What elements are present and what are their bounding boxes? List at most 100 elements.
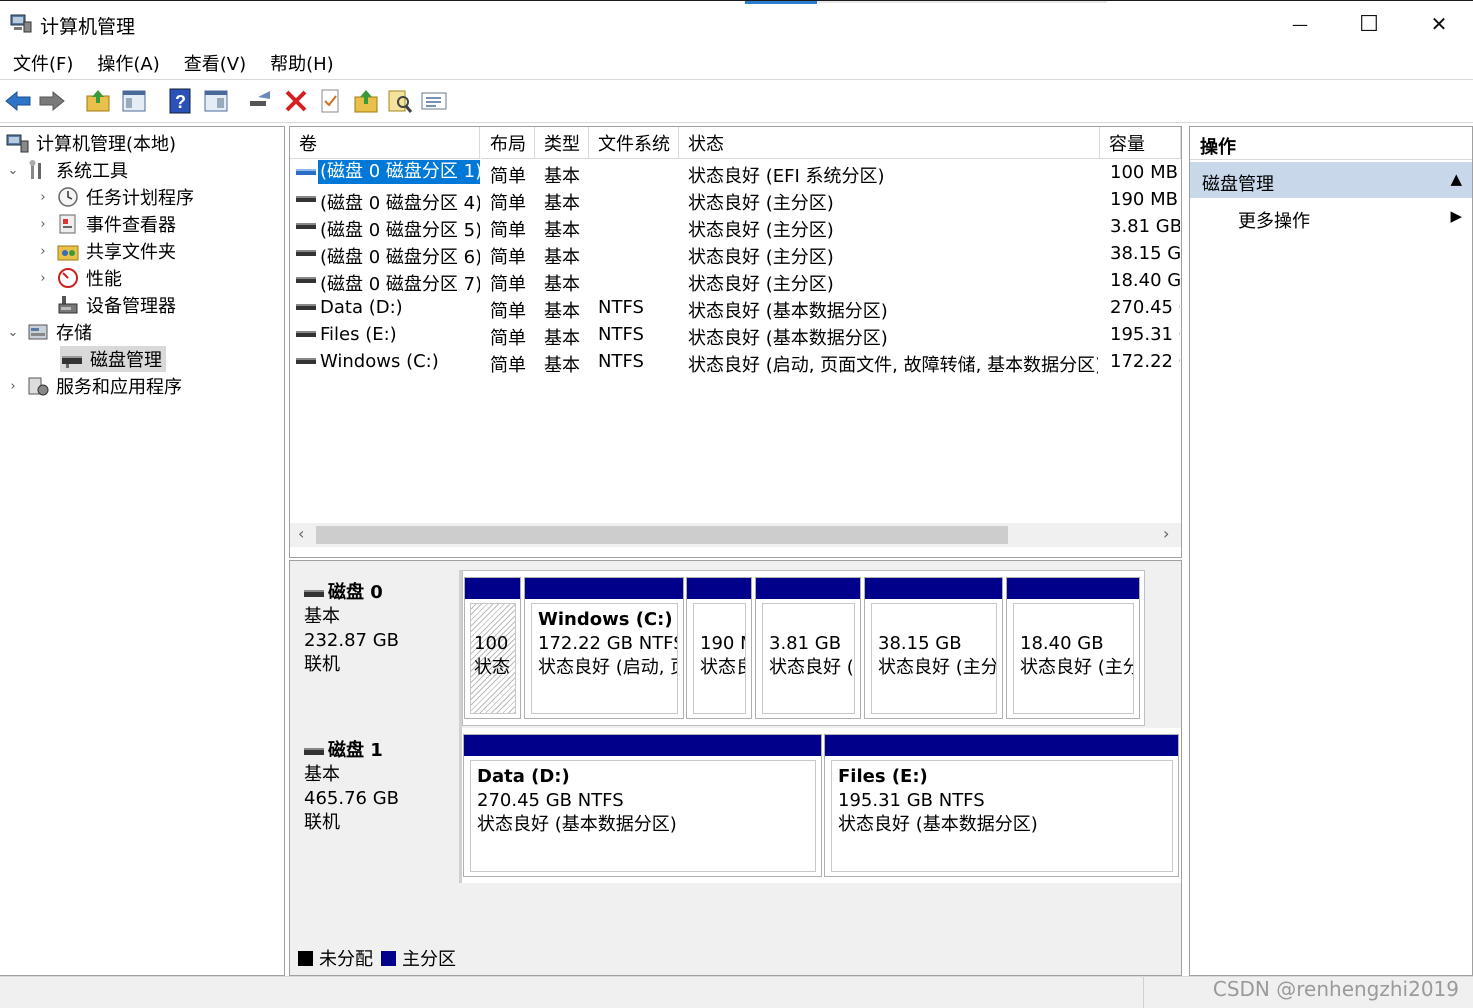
check-icon[interactable]	[316, 87, 344, 115]
menu-action[interactable]: 操作(A)	[97, 50, 159, 76]
partition-4[interactable]: 190 M 状态良	[686, 577, 752, 719]
tree-item-storage[interactable]: ⌄ 存储	[6, 319, 92, 345]
table-row[interactable]: (磁盘 0 磁盘分区 7) 简单基本 状态良好 (主分区) 18.40 GE	[290, 267, 1181, 295]
maximize-button[interactable]: ☐	[1334, 1, 1404, 47]
show-hide-tree-icon[interactable]	[120, 87, 148, 115]
delete-icon[interactable]	[282, 87, 310, 115]
partition-7[interactable]: 18.40 GB 状态良好 (主分	[1006, 577, 1140, 719]
cell-capacity: 195.31 G	[1110, 324, 1180, 345]
chevron-right-icon[interactable]: ›	[36, 271, 50, 286]
volume-icon	[296, 223, 316, 229]
tree-item-root[interactable]: 计算机管理(本地)	[6, 130, 176, 156]
minimize-button[interactable]: —	[1265, 1, 1335, 47]
help-icon[interactable]: ?	[166, 87, 194, 115]
column-header-volume[interactable]: 卷	[290, 127, 480, 159]
disk-1-name: 磁盘 1	[328, 740, 383, 761]
close-button[interactable]: ✕	[1404, 1, 1473, 47]
partition-data-d[interactable]: Data (D:) 270.45 GB NTFS 状态良好 (基本数据分区)	[463, 734, 822, 877]
submenu-arrow-icon[interactable]: ▶	[1450, 207, 1462, 225]
status-separator	[1143, 977, 1144, 1008]
chevron-right-icon[interactable]: ›	[36, 190, 50, 205]
table-row[interactable]: (磁盘 0 磁盘分区 4) 简单 基本 状态良好 (主分区) 190 MB	[290, 186, 1181, 214]
import-icon[interactable]	[352, 87, 380, 115]
scrollbar-thumb[interactable]	[316, 526, 1008, 544]
back-arrow-icon[interactable]	[4, 87, 32, 115]
column-header-status[interactable]: 状态	[679, 127, 1100, 159]
partition-band	[465, 578, 520, 599]
connect-icon[interactable]	[246, 87, 274, 115]
cell-capacity: 3.81 GB	[1110, 216, 1180, 237]
properties-icon[interactable]	[202, 87, 230, 115]
disk-0-state: 联机	[304, 654, 340, 675]
cell-status: 状态良好 (基本数据分区)	[688, 301, 888, 322]
disk-0-info[interactable]: 磁盘 0 基本 232.87 GB 联机	[290, 570, 462, 728]
chevron-right-icon[interactable]: ›	[36, 217, 50, 232]
tree-item-task-scheduler[interactable]: › 任务计划程序	[36, 184, 194, 210]
cell-volume: (磁盘 0 磁盘分区 1)	[318, 160, 480, 184]
chevron-right-icon[interactable]: ›	[6, 379, 20, 394]
cell-layout: 简单	[490, 220, 526, 241]
tree-item-device-manager[interactable]: 设备管理器	[56, 292, 176, 318]
tree-label-storage: 存储	[56, 323, 92, 344]
more-actions[interactable]: 更多操作	[1238, 207, 1310, 233]
cell-volume: (磁盘 0 磁盘分区 6)	[320, 247, 480, 268]
table-row[interactable]: (磁盘 0 磁盘分区 1) 简单 基本 状态良好 (EFI 系统分区) 100 MB	[290, 159, 1181, 187]
legend-unallocated-label: 未分配	[319, 949, 373, 970]
disk-1-type: 基本	[304, 764, 340, 785]
table-row[interactable]: Files (E:) 简单基本 NTFS 状态良好 (基本数据分区) 195.31 G	[290, 321, 1181, 349]
partition-band	[825, 735, 1178, 756]
menu-view[interactable]: 查看(V)	[184, 50, 246, 76]
partition-5[interactable]: 3.81 GB 状态良好 (主	[755, 577, 861, 719]
horizontal-scrollbar[interactable]: ‹ ›	[290, 523, 1181, 547]
disk-1-info[interactable]: 磁盘 1 基本 465.76 GB 联机	[290, 728, 462, 883]
chevron-right-icon[interactable]: ›	[36, 244, 50, 259]
tree-item-event-viewer[interactable]: › 事件查看器	[36, 211, 176, 237]
tree-item-performance[interactable]: › 性能	[36, 265, 122, 291]
disk-1-size: 465.76 GB	[304, 788, 400, 809]
collapse-triangle-icon[interactable]: ▲	[1450, 170, 1462, 188]
search-icon[interactable]	[386, 87, 414, 115]
list-icon[interactable]	[420, 87, 448, 115]
volume-list: 卷 布局 类型 文件系统 状态 容量 (磁盘 0 磁盘分区 1) 简单基本 状态良好…	[289, 126, 1182, 558]
partition-files-e[interactable]: Files (E:) 195.31 GB NTFS 状态良好 (基本数据分区)	[824, 734, 1179, 877]
column-header-filesystem[interactable]: 文件系统	[589, 127, 679, 159]
tree-item-services-apps[interactable]: › 服务和应用程序	[6, 373, 182, 399]
actions-section-disk-management[interactable]: 磁盘管理 ▲	[1190, 162, 1472, 198]
cell-status: 状态良好 (主分区)	[688, 193, 834, 214]
volume-icon	[296, 358, 316, 364]
clock-icon	[58, 187, 78, 207]
menu-bar: 文件(F) 操作(A) 查看(V) 帮助(H)	[0, 46, 1473, 80]
services-icon	[28, 377, 49, 396]
cell-type: 基本	[544, 328, 580, 349]
cell-volume: (磁盘 0 磁盘分区 7)	[320, 274, 480, 295]
status-bar: CSDN @renhengzhi2019	[0, 976, 1473, 1008]
up-folder-icon[interactable]	[84, 87, 112, 115]
tree-item-system-tools[interactable]: ⌄ 系统工具	[6, 157, 128, 183]
volume-icon	[296, 250, 316, 256]
tree-item-disk-management[interactable]: 磁盘管理	[60, 346, 166, 372]
disk-1-name-row: 磁盘 1	[304, 739, 459, 763]
table-row[interactable]: (磁盘 0 磁盘分区 6) 简单基本 状态良好 (主分区) 38.15 GE	[290, 240, 1181, 268]
table-row[interactable]: (磁盘 0 磁盘分区 5) 简单 基本 状态良好 (主分区) 3.81 GB	[290, 213, 1181, 241]
event-viewer-icon	[59, 214, 76, 234]
scroll-right-icon[interactable]: ›	[1163, 524, 1169, 543]
partition-6[interactable]: 38.15 GB 状态良好 (主分	[864, 577, 1003, 719]
table-row[interactable]: Windows (C:) 简单 基本 NTFS 状态良好 (启动, 页面文件, 故障转储…	[290, 348, 1181, 376]
tree-item-shared-folders[interactable]: › 共享文件夹	[36, 238, 176, 264]
menu-help[interactable]: 帮助(H)	[270, 50, 334, 76]
scroll-left-icon[interactable]: ‹	[298, 524, 304, 543]
column-header-type[interactable]: 类型	[535, 127, 589, 159]
column-header-capacity[interactable]: 容量	[1100, 127, 1181, 159]
forward-arrow-icon[interactable]	[38, 87, 66, 115]
partition-windows-c[interactable]: Windows (C:) 172.22 GB NTFS 状态良好 (启动, 页	[524, 577, 684, 719]
column-header-layout[interactable]: 布局	[481, 127, 535, 159]
table-row[interactable]: Data (D:) 简单基本 NTFS 状态良好 (基本数据分区) 270.45 G	[290, 294, 1181, 322]
cell-layout: 简单	[490, 166, 526, 187]
cell-fs: NTFS	[598, 297, 644, 318]
menu-file[interactable]: 文件(F)	[13, 50, 73, 76]
partition-efi[interactable]: 100 状态	[464, 577, 521, 719]
cell-status: 状态良好 (主分区)	[688, 220, 834, 241]
chevron-down-icon[interactable]: ⌄	[6, 163, 20, 178]
chevron-down-icon[interactable]: ⌄	[6, 325, 20, 340]
partition-4-status: 状态良	[700, 657, 745, 678]
